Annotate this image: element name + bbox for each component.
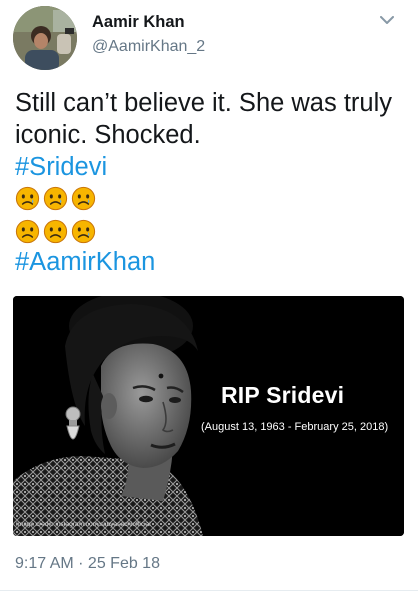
tweet-timestamp[interactable]: 9:17 AM · 25 Feb 18 — [15, 555, 160, 573]
tweet-card: Aamir Khan @AamirKhan_2 Still can’t beli… — [0, 0, 418, 600]
tweet-text-line-2: iconic. Shocked. — [15, 121, 201, 149]
media-credit: Image credit: instagram.com/sabyasachiof… — [16, 521, 151, 528]
tweet-text: Still can’t believe it. She was truly ic… — [15, 87, 405, 278]
tweet-media-image[interactable] — [13, 296, 404, 536]
sad-tear-face-icon — [71, 219, 96, 244]
hashtag-sridevi[interactable]: #Sridevi — [15, 151, 405, 183]
avatar-photo — [13, 6, 77, 70]
sad-tear-face-icon — [43, 219, 68, 244]
author-handle[interactable]: @AamirKhan_2 — [92, 38, 205, 56]
chevron-down-icon — [380, 15, 394, 24]
avatar[interactable] — [13, 6, 77, 70]
sad-tear-face-icon — [15, 219, 40, 244]
portrait-photo — [13, 296, 404, 536]
media-title: RIP Sridevi — [221, 382, 345, 408]
tweet-header: Aamir Khan @AamirKhan_2 — [0, 0, 418, 80]
media-dates: (August 13, 1963 - February 25, 2018) — [201, 421, 389, 433]
emoji-row-2 — [15, 216, 405, 246]
more-options-button[interactable] — [376, 12, 398, 28]
divider — [0, 590, 418, 591]
sad-tear-face-icon — [15, 186, 40, 211]
sad-tear-face-icon — [43, 186, 68, 211]
hashtag-aamirkhan[interactable]: #AamirKhan — [15, 246, 405, 278]
emoji-row-1 — [15, 183, 405, 213]
author-display-name[interactable]: Aamir Khan — [92, 13, 185, 32]
tweet-text-line-1: Still can’t believe it. She was truly — [15, 89, 392, 117]
sad-tear-face-icon — [71, 186, 96, 211]
